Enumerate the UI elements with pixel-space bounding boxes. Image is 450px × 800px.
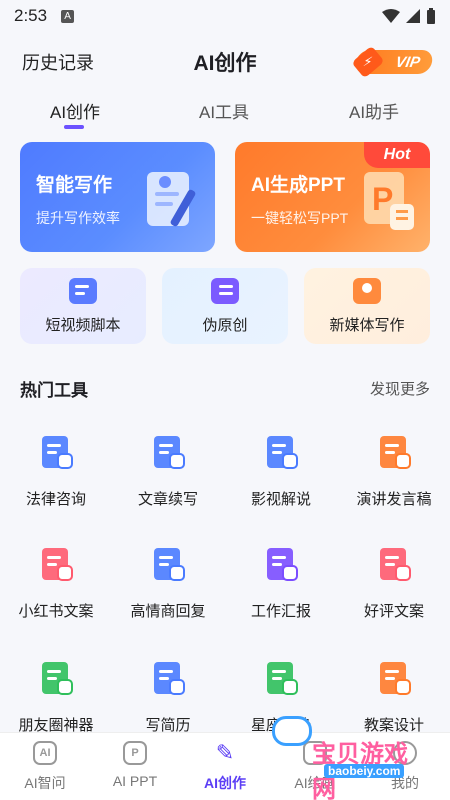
pseudo-original-card[interactable]: 伪原创 (162, 268, 288, 344)
ppt-icon: P (364, 172, 414, 230)
tab-ai-tools[interactable]: AI工具 (199, 98, 249, 123)
tool-good-review[interactable]: 好评文案 (338, 532, 450, 632)
signal-icon (406, 9, 420, 23)
video-script-icon (69, 277, 97, 304)
vip-label: VIP (394, 53, 422, 71)
tool-label: 法律咨询 (25, 491, 86, 508)
status-bar: 2:53 A (0, 0, 450, 32)
tool-article-continue[interactable]: 文章续写 (112, 420, 224, 520)
lesson-icon (374, 658, 414, 698)
tab-ai-create[interactable]: AI创作 (50, 98, 100, 123)
hot-tools-grid: 法律咨询 文章续写 影视解说 演讲发言稿 小红书文案 高情商回复 工作汇报 好评… (0, 420, 450, 738)
resume-icon (148, 658, 188, 698)
watermark-url: baobeiy.com (324, 764, 405, 778)
status-time: 2:53 (14, 6, 48, 25)
xiaohongshu-icon (36, 544, 76, 584)
wifi-icon (382, 9, 400, 23)
hot-tools-title: 热门工具 (20, 381, 88, 400)
vip-button[interactable]: ⚡ VIP (351, 45, 435, 79)
nav-label: AI智问 (24, 775, 66, 791)
battery-icon (427, 8, 435, 24)
ppt-nav-icon: P (123, 741, 147, 765)
tool-label: 演讲发言稿 (356, 491, 432, 508)
bolt-icon: ⚡ (351, 45, 385, 79)
document-pen-icon (147, 172, 196, 227)
tool-label: 高情商回复 (130, 603, 206, 620)
tab-ai-assistant[interactable]: AI助手 (349, 98, 399, 123)
tool-xiaohongshu[interactable]: 小红书文案 (0, 532, 112, 632)
discover-more-link[interactable]: 发现更多 (370, 378, 430, 399)
speech-icon (374, 432, 414, 472)
tool-lesson-plan[interactable]: 教案设计 (338, 646, 450, 746)
chat-ai-icon: AI (33, 741, 57, 765)
history-link[interactable]: 历史记录 (22, 49, 94, 75)
tool-speech[interactable]: 演讲发言稿 (338, 420, 450, 520)
ai-ppt-card[interactable]: AI生成PPT 一键轻松写PPT Hot P (235, 142, 430, 252)
article-continue-icon (148, 432, 188, 472)
notification-icon: A (61, 9, 75, 23)
nav-label: AI创作 (204, 775, 246, 791)
tool-label: 文章续写 (137, 491, 198, 508)
new-media-icon (353, 277, 381, 304)
quick-card-label: 伪原创 (202, 316, 248, 334)
star-icon (261, 658, 301, 698)
app-header: 历史记录 AI创作 ⚡ VIP (0, 40, 450, 84)
tab-indicator (64, 125, 84, 129)
film-icon (261, 432, 301, 472)
moments-icon (36, 658, 76, 698)
pen-icon: ✎ (215, 740, 235, 765)
quick-card-label: 新媒体写作 (329, 316, 405, 334)
tool-moments[interactable]: 朋友圈神器 (0, 646, 112, 746)
heart-doc-icon (374, 544, 414, 584)
nav-label: AI PPT (112, 773, 158, 789)
smart-writing-card[interactable]: 智能写作 提升写作效率 (20, 142, 215, 252)
card-subtitle: 一键轻松写PPT (251, 210, 349, 226)
new-media-writing-card[interactable]: 新媒体写作 (304, 268, 430, 344)
tool-label: 工作汇报 (250, 603, 311, 620)
tool-resume[interactable]: 写简历 (112, 646, 224, 746)
card-title: AI生成PPT (251, 175, 345, 196)
nav-ai-ppt[interactable]: P AI PPT (90, 741, 180, 797)
tool-work-report[interactable]: 工作汇报 (225, 532, 337, 632)
tool-eq-reply[interactable]: 高情商回复 (112, 532, 224, 632)
quick-card-label: 短视频脚本 (45, 316, 121, 334)
card-title: 智能写作 (36, 175, 113, 196)
tool-film-commentary[interactable]: 影视解说 (225, 420, 337, 520)
gamepad-icon (272, 716, 312, 746)
tool-label: 小红书文案 (18, 603, 94, 620)
reply-icon (148, 544, 188, 584)
site-watermark: 宝贝游戏网 baobeiy.com (272, 716, 422, 800)
nav-ai-create[interactable]: ✎ AI创作 (180, 740, 270, 797)
top-tabs: AI创作 AI工具 AI助手 (0, 98, 450, 134)
hot-badge: Hot (364, 142, 430, 168)
card-subtitle: 提升写作效率 (36, 210, 120, 226)
briefcase-icon (261, 544, 301, 584)
tool-label: 好评文案 (363, 603, 424, 620)
nav-ai-ask[interactable]: AI AI智问 (0, 741, 90, 797)
tool-label: 影视解说 (250, 491, 311, 508)
tool-law-consult[interactable]: 法律咨询 (0, 420, 112, 520)
rewrite-icon (211, 277, 239, 304)
short-video-script-card[interactable]: 短视频脚本 (20, 268, 146, 344)
law-icon (36, 432, 76, 472)
